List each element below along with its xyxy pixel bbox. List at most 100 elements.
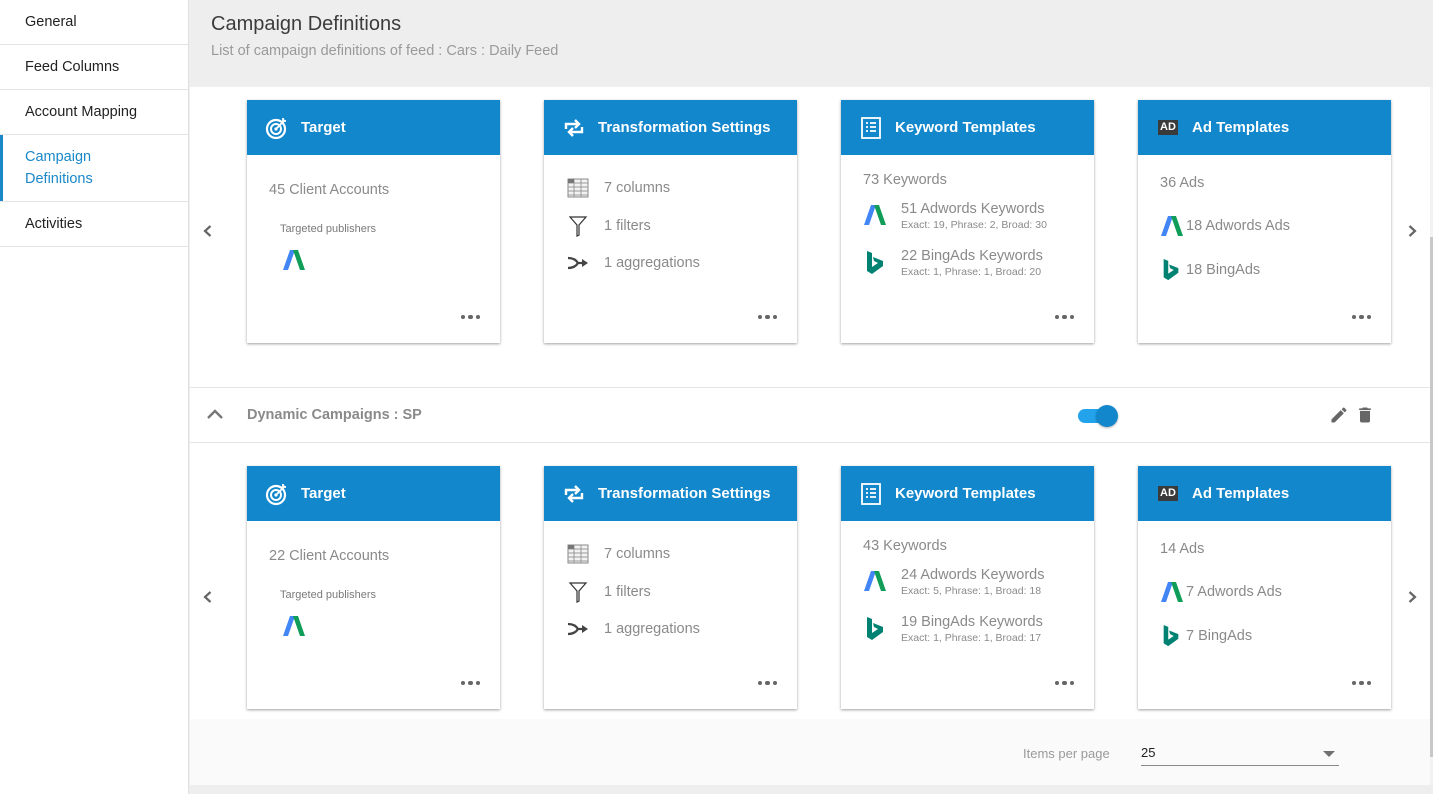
card-title: Keyword Templates — [895, 119, 1036, 136]
campaign-cards-row: Target 22 Client Accounts Targeted publi… — [190, 443, 1430, 719]
chevron-right-icon — [1408, 591, 1417, 603]
sidebar-item-label: General — [25, 14, 77, 30]
card-title: Ad Templates — [1192, 485, 1290, 502]
repeat-icon — [562, 116, 586, 140]
aggregations-row: 1 aggregations — [566, 618, 700, 640]
client-accounts-count: 22 Client Accounts — [269, 548, 390, 564]
target-icon — [265, 116, 289, 140]
more-options-button[interactable] — [757, 680, 777, 685]
card-header: AD Ad Templates — [1138, 100, 1391, 155]
pencil-icon — [1331, 407, 1347, 423]
page-header: Campaign Definitions List of campaign de… — [190, 0, 1433, 87]
client-accounts-count: 45 Client Accounts — [269, 182, 390, 198]
card-title: Ad Templates — [1192, 119, 1290, 136]
campaign-cards-row: Target 45 Client Accounts Targeted publi… — [190, 87, 1430, 387]
target-icon — [265, 482, 289, 506]
more-options-button[interactable] — [1351, 314, 1371, 319]
adwords-keywords-detail: Exact: 5, Phrase: 1, Broad: 18 — [901, 585, 1042, 597]
bing-ads-row: 7 BingAds — [1160, 625, 1252, 647]
more-options-button[interactable] — [460, 680, 480, 685]
items-per-page-label: Items per page — [1023, 746, 1110, 761]
bing-keywords-count: 19 BingAds Keywords — [901, 614, 1043, 630]
page-subtitle: List of campaign definitions of feed : C… — [211, 43, 559, 59]
merge-icon — [566, 618, 590, 640]
bing-icon — [1160, 259, 1186, 281]
card-header: Keyword Templates — [841, 100, 1094, 155]
adwords-icon — [1160, 215, 1186, 237]
campaign-enabled-toggle[interactable] — [1078, 405, 1118, 427]
chevron-left-icon — [203, 591, 212, 603]
adwords-icon — [282, 614, 306, 643]
sidebar-item-campaign-definitions[interactable]: Campaign Definitions — [0, 135, 188, 202]
target-card: Target 45 Client Accounts Targeted publi… — [247, 100, 500, 343]
list-icon — [859, 116, 883, 140]
carousel-prev-button[interactable] — [196, 219, 220, 243]
delete-button[interactable] — [1355, 405, 1377, 427]
keyword-templates-card: Keyword Templates 43 Keywords 24 Adwords… — [841, 466, 1094, 709]
carousel-prev-button[interactable] — [196, 585, 220, 609]
campaign-group-header: Dynamic Campaigns : SP — [190, 387, 1430, 443]
sidebar-item-general[interactable]: General — [0, 0, 188, 45]
ad-templates-card: AD Ad Templates 14 Ads 7 Adwords Ads 7 B… — [1138, 466, 1391, 709]
adwords-icon — [1160, 581, 1186, 603]
card-header: Target — [247, 466, 500, 521]
sidebar-item-feed-columns[interactable]: Feed Columns — [0, 45, 188, 90]
more-options-button[interactable] — [460, 314, 480, 319]
more-options-button[interactable] — [1054, 680, 1074, 685]
page-title: Campaign Definitions — [211, 13, 402, 35]
campaign-list: Target 45 Client Accounts Targeted publi… — [190, 87, 1430, 719]
bing-keywords-detail: Exact: 1, Phrase: 1, Broad: 20 — [901, 266, 1042, 278]
card-header: Keyword Templates — [841, 466, 1094, 521]
transformation-settings-card: Transformation Settings 7 columns 1 filt… — [544, 100, 797, 343]
sidebar-item-label: Campaign Definitions — [25, 149, 93, 187]
ad-templates-card: AD Ad Templates 36 Ads 18 Adwords Ads 18… — [1138, 100, 1391, 343]
targeted-publishers-label: Targeted publishers — [280, 223, 377, 235]
edit-button[interactable] — [1329, 405, 1351, 427]
adwords-keywords-detail: Exact: 19, Phrase: 2, Broad: 30 — [901, 219, 1047, 231]
table-icon — [566, 543, 590, 565]
sidebar-item-account-mapping[interactable]: Account Mapping — [0, 90, 188, 135]
adwords-keywords-count: 24 Adwords Keywords — [901, 567, 1045, 583]
columns-count: 7 columns — [604, 180, 671, 196]
columns-count: 7 columns — [604, 546, 671, 562]
card-header: Transformation Settings — [544, 466, 797, 521]
bing-icon — [863, 613, 889, 647]
card-title: Transformation Settings — [598, 485, 771, 502]
collapse-button[interactable] — [204, 404, 226, 426]
carousel-next-button[interactable] — [1400, 219, 1424, 243]
sidebar-item-activities[interactable]: Activities — [0, 202, 188, 247]
more-options-button[interactable] — [757, 314, 777, 319]
items-per-page-select[interactable]: 25 — [1141, 741, 1339, 766]
columns-row: 7 columns — [566, 543, 670, 565]
bing-ads-count: 18 BingAds — [1186, 262, 1261, 278]
card-header: AD Ad Templates — [1138, 466, 1391, 521]
bing-icon — [863, 247, 889, 281]
bing-icon — [1160, 625, 1186, 647]
card-title: Target — [301, 485, 346, 502]
filters-count: 1 filters — [604, 584, 651, 600]
list-icon — [859, 482, 883, 506]
aggregations-count: 1 aggregations — [604, 255, 700, 271]
carousel-next-button[interactable] — [1400, 585, 1424, 609]
adwords-keywords-row: 51 Adwords Keywords Exact: 19, Phrase: 2,… — [863, 200, 1047, 232]
adwords-ads-count: 7 Adwords Ads — [1186, 584, 1282, 600]
bing-keywords-row: 19 BingAds Keywords Exact: 1, Phrase: 1, … — [863, 613, 1043, 647]
more-options-button[interactable] — [1351, 680, 1371, 685]
adwords-ads-count: 18 Adwords Ads — [1186, 218, 1290, 234]
keywords-total: 43 Keywords — [863, 538, 947, 554]
table-icon — [566, 177, 590, 199]
transformation-settings-card: Transformation Settings 7 columns 1 filt… — [544, 466, 797, 709]
card-title: Keyword Templates — [895, 485, 1036, 502]
sidebar: General Feed Columns Account Mapping Cam… — [0, 0, 189, 794]
campaign-group-title: Dynamic Campaigns : SP — [247, 407, 422, 423]
pagination-footer: Items per page 25 — [190, 719, 1430, 785]
filter-icon — [566, 581, 590, 603]
more-options-button[interactable] — [1054, 314, 1074, 319]
filters-count: 1 filters — [604, 218, 651, 234]
adwords-ads-row: 18 Adwords Ads — [1160, 215, 1290, 237]
bing-ads-row: 18 BingAds — [1160, 259, 1260, 281]
bing-keywords-row: 22 BingAds Keywords Exact: 1, Phrase: 1, … — [863, 247, 1043, 281]
card-title: Target — [301, 119, 346, 136]
bing-keywords-count: 22 BingAds Keywords — [901, 248, 1043, 264]
filters-row: 1 filters — [566, 581, 651, 603]
